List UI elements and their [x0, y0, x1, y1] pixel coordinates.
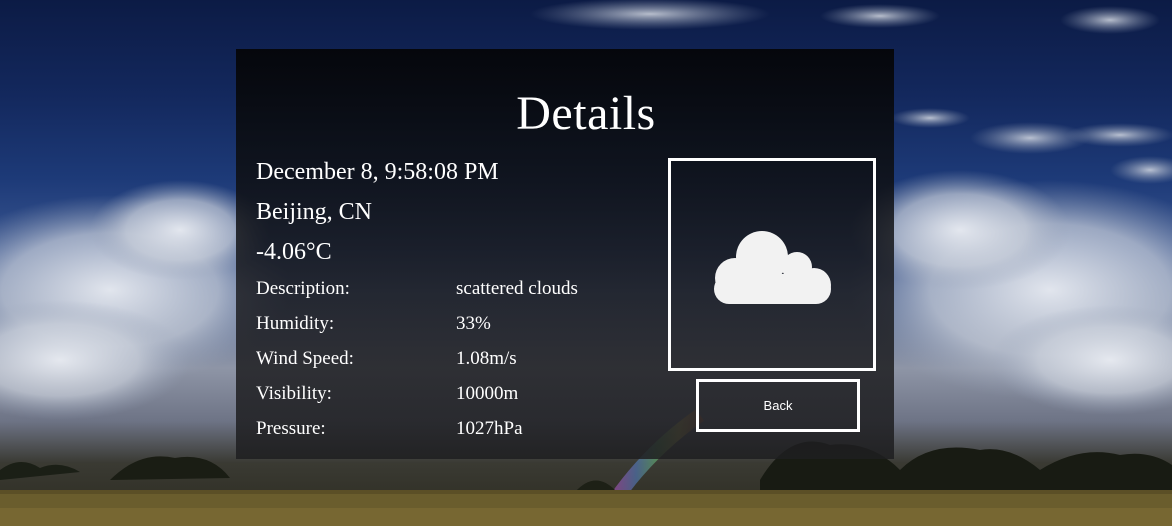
- humidity-value: 33%: [456, 313, 491, 334]
- weather-icon-box: [668, 158, 876, 371]
- wind-speed-value: 1.08m/s: [456, 348, 517, 369]
- temperature-text: -4.06°C: [256, 239, 332, 265]
- description-label: Description:: [256, 278, 350, 299]
- humidity-label: Humidity:: [256, 313, 335, 334]
- pressure-value: 1027hPa: [456, 418, 523, 439]
- datetime-text: December 8, 9:58:08 PM: [256, 159, 499, 185]
- page-title: Details: [516, 87, 656, 140]
- visibility-label: Visibility:: [256, 383, 332, 404]
- cloud-icon: [713, 231, 831, 304]
- wind-speed-label: Wind Speed:: [256, 348, 354, 369]
- location-text: Beijing, CN: [256, 199, 373, 225]
- description-value: scattered clouds: [456, 278, 578, 299]
- back-button[interactable]: Back: [696, 379, 860, 432]
- pressure-label: Pressure:: [256, 418, 326, 439]
- visibility-value: 10000m: [456, 383, 519, 404]
